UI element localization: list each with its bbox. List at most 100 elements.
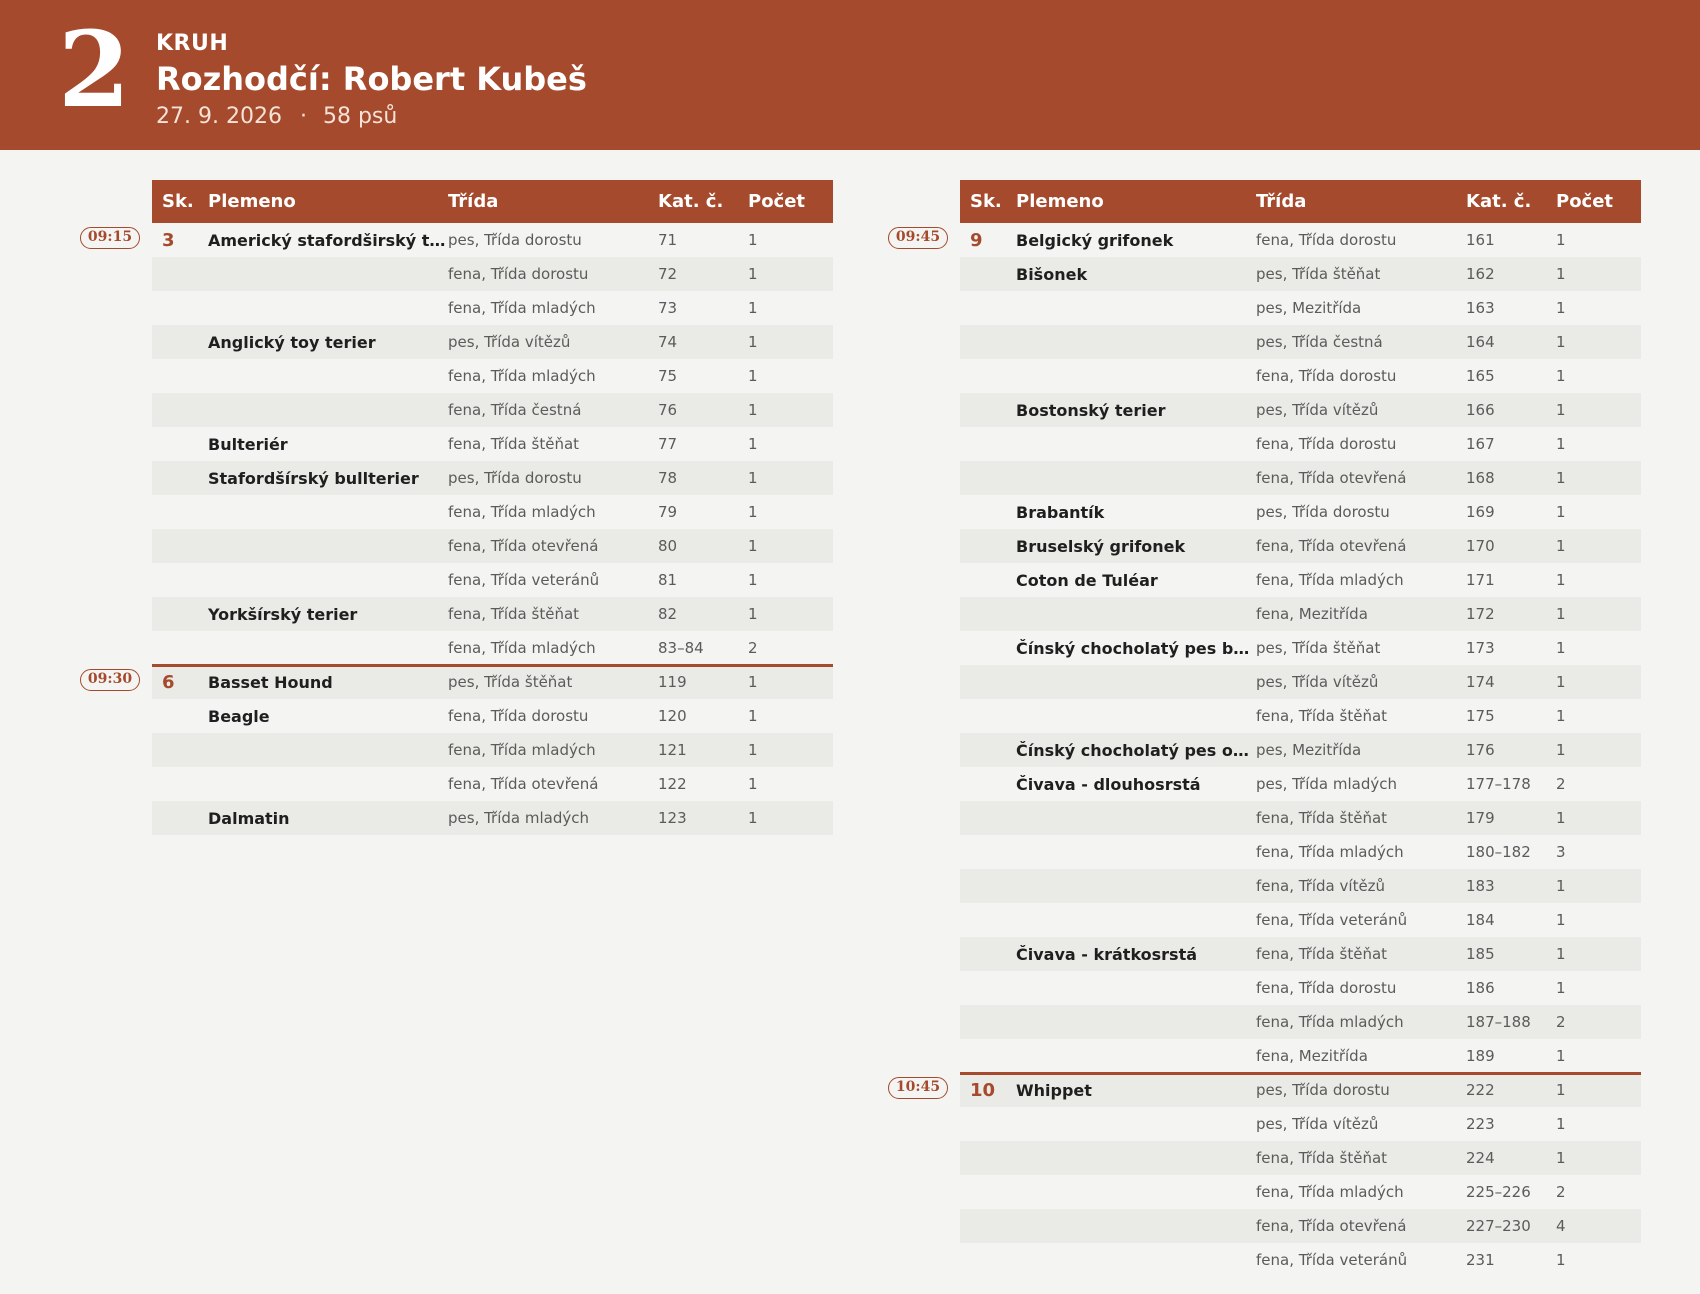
class-name: pes, Třída dorostu — [1256, 503, 1390, 521]
catalog-number: 82 — [658, 605, 678, 623]
dog-count-cell: 1 — [748, 401, 758, 419]
dog-count-cell: 1 — [1556, 1081, 1566, 1099]
class-name: fena, Třída otevřená — [448, 775, 599, 793]
table-row: fena, Třída otevřená 122 1 — [152, 767, 833, 801]
catalog-number: 163 — [1466, 299, 1495, 317]
class-name: fena, Třída otevřená — [448, 537, 599, 555]
catalog-number: 76 — [658, 401, 678, 419]
table-body: 09:15 3 Americký stafordširský teriér pes, … — [80, 223, 833, 835]
dog-count-cell: 1 — [1556, 503, 1566, 521]
catalog-number: 72 — [658, 265, 678, 283]
class-name: pes, Mezitřída — [1256, 741, 1362, 759]
class-name: fena, Třída dorostu — [1256, 979, 1397, 997]
catalog-number: 162 — [1466, 265, 1495, 283]
dog-count-cell: 1 — [748, 367, 758, 385]
table-row: fena, Třída mladých 83–84 2 — [152, 631, 833, 665]
catalog-number: 183 — [1466, 877, 1495, 895]
catalog-number: 225–226 — [1466, 1183, 1531, 1201]
table-header: Sk. Plemeno Třída Kat. č. Počet — [960, 180, 1641, 223]
class-name: pes, Třída mladých — [448, 809, 589, 827]
catalog-number: 83–84 — [658, 639, 704, 657]
class-name: fena, Třída dorostu — [1256, 231, 1397, 249]
dog-count-cell: 1 — [748, 265, 758, 283]
ring-header: 2 KRUH Rozhodčí: Robert Kubeš 27. 9. 202… — [0, 0, 1700, 150]
class-name: pes, Třída vítězů — [1256, 1115, 1379, 1133]
time-badge: 09:30 — [80, 669, 140, 691]
catalog-number: 180–182 — [1466, 843, 1531, 861]
catalog-number: 73 — [658, 299, 678, 317]
catalog-number: 177–178 — [1466, 775, 1531, 793]
ring-number: 2 — [58, 8, 131, 131]
time-badge: 09:15 — [80, 227, 140, 249]
schedule-table-left: Sk. Plemeno Třída Kat. č. Počet 09:15 3 Am… — [80, 180, 833, 835]
dog-count-cell: 1 — [748, 231, 758, 249]
breed-name: Stafordšírský bullterier — [208, 468, 419, 488]
dog-count-cell: 1 — [1556, 333, 1566, 351]
table-row: fena, Třída veteránů 184 1 — [960, 903, 1641, 937]
dog-count-cell: 1 — [1556, 469, 1566, 487]
catalog-number: 175 — [1466, 707, 1495, 725]
table-row: Čínský chocholatý pes osrstěnýpes, Mezit… — [960, 733, 1641, 767]
table-row: fena, Mezitřída 189 1 — [960, 1039, 1641, 1073]
table-row: pes, Třída vítězů 174 1 — [960, 665, 1641, 699]
table-body: 09:45 9 Belgický grifonek fena, Třída doros… — [888, 223, 1641, 1277]
dog-count-cell: 1 — [748, 469, 758, 487]
dog-count-cell: 4 — [1556, 1217, 1566, 1235]
table-row: Bulteriér fena, Třída štěňat 77 1 — [152, 427, 833, 461]
catalog-number: 187–188 — [1466, 1013, 1531, 1031]
table-row: Beagle fena, Třída dorostu 120 1 — [152, 699, 833, 733]
dog-count-cell: 1 — [1556, 265, 1566, 283]
table-row: fena, Třída mladých 187–188 2 — [960, 1005, 1641, 1039]
table-row: Bišonek pes, Třída štěňat 162 1 — [960, 257, 1641, 291]
table-row: Čínský chocholatý pes bezsrstýpes, Třída… — [960, 631, 1641, 665]
breed-name: Bruselský grifonek — [1016, 536, 1186, 556]
class-name: pes, Třída štěňat — [1256, 639, 1381, 657]
dog-count-cell: 1 — [748, 435, 758, 453]
dog-count-cell: 1 — [1556, 231, 1566, 249]
dog-count-cell: 1 — [748, 299, 758, 317]
class-name: fena, Třída veteránů — [448, 571, 600, 589]
class-name: fena, Třída mladých — [1256, 1183, 1404, 1201]
table-row: Anglický toy terier pes, Třída vítězů 74 1 — [152, 325, 833, 359]
class-name: fena, Třída mladých — [1256, 571, 1404, 589]
class-name: fena, Třída štěňat — [448, 605, 580, 623]
table-row: fena, Třída štěňat 175 1 — [960, 699, 1641, 733]
group-number: 6 — [162, 671, 175, 693]
dog-count-cell: 1 — [748, 571, 758, 589]
catalog-number: 81 — [658, 571, 678, 589]
ring-label: KRUH — [156, 31, 229, 56]
catalog-number: 224 — [1466, 1149, 1495, 1167]
time-badge: 09:45 — [888, 227, 948, 249]
class-name: fena, Třída mladých — [448, 741, 596, 759]
table-row: Bostonský terier pes, Třída vítězů 166 1 — [960, 393, 1641, 427]
dog-count-cell: 1 — [1556, 707, 1566, 725]
breed-name: Bišonek — [1016, 264, 1088, 284]
class-name: fena, Třída mladých — [448, 367, 596, 385]
catalog-number: 185 — [1466, 945, 1495, 963]
catalog-number: 79 — [658, 503, 678, 521]
class-name: fena, Třída veteránů — [1256, 1251, 1408, 1269]
table-row: pes, Mezitřída 163 1 — [960, 291, 1641, 325]
dog-count-cell: 1 — [748, 333, 758, 351]
class-name: fena, Třída štěňat — [1256, 707, 1388, 725]
class-name: fena, Třída dorostu — [1256, 435, 1397, 453]
class-name: fena, Třída štěňat — [1256, 1149, 1388, 1167]
time-badge: 10:45 — [888, 1077, 948, 1099]
class-name: pes, Třída čestná — [1256, 333, 1383, 351]
dog-count-cell: 1 — [1556, 435, 1566, 453]
table-row: fena, Třída dorostu 167 1 — [960, 427, 1641, 461]
class-name: pes, Třída štěňat — [1256, 265, 1381, 283]
dog-count-cell: 1 — [1556, 571, 1566, 589]
catalog-number: 71 — [658, 231, 678, 249]
ring-meta: 27. 9. 2026 · 58 psů — [156, 104, 397, 129]
dog-count-cell: 1 — [1556, 367, 1566, 385]
table-row: Dalmatin pes, Třída mladých 123 1 — [152, 801, 833, 835]
table-row: 09:30 6 Basset Hound pes, Třída štěňat 119 1 — [80, 664, 833, 699]
table-row: fena, Třída dorostu 72 1 — [152, 257, 833, 291]
dog-count-cell: 1 — [748, 741, 758, 759]
class-name: fena, Třída mladých — [448, 639, 596, 657]
table-row: fena, Třída mladých 73 1 — [152, 291, 833, 325]
class-name: fena, Třída dorostu — [1256, 367, 1397, 385]
breed-name: Beagle — [208, 706, 270, 726]
table-row: fena, Třída mladých 121 1 — [152, 733, 833, 767]
